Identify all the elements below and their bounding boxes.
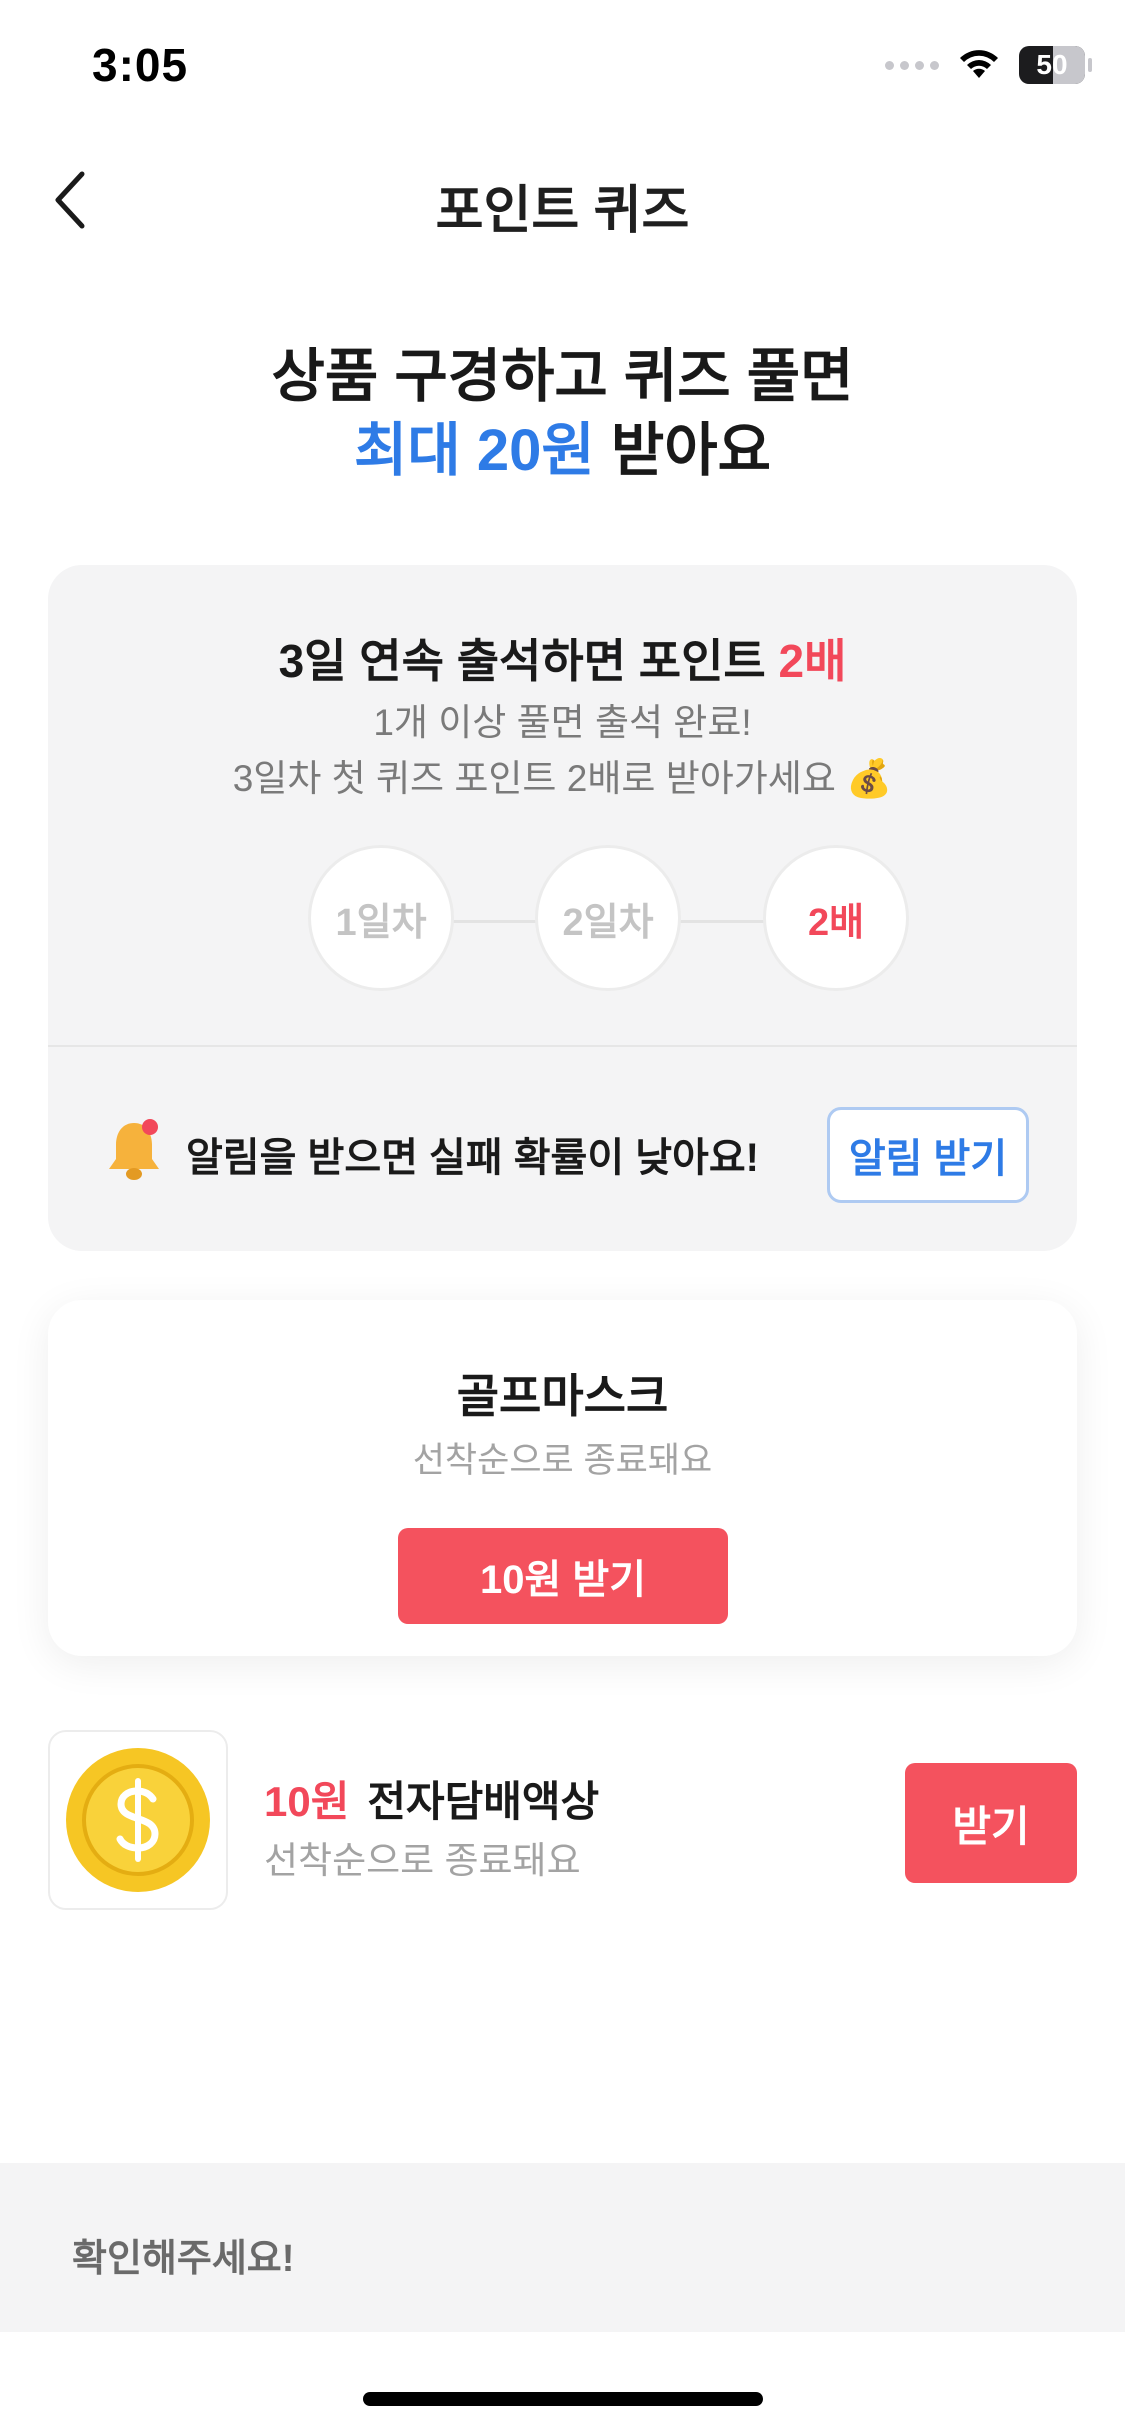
bell-icon (109, 1119, 159, 1180)
attendance-subtitle-line2: 3일차 첫 퀴즈 포인트 2배로 받아가세요 💰 (232, 758, 893, 799)
attendance-subtitle: 1개 이상 풀면 출석 완료! 3일차 첫 퀴즈 포인트 2배로 받아가세요 💰 (48, 695, 1077, 807)
dollar-coin-icon (66, 1748, 210, 1892)
coin-thumbnail (48, 1730, 228, 1910)
hero-line1: 상품 구경하고 퀴즈 풀면 (271, 344, 854, 409)
page-title: 포인트 퀴즈 (435, 182, 690, 240)
attendance-title-text: 3일 연속 출석하면 포인트 (278, 635, 779, 687)
item-subtitle: 선착순으로 종료돼요 (264, 1840, 581, 1881)
hero-max-reward: 최대 20원 (354, 418, 595, 483)
header: 포인트 퀴즈 (0, 150, 1125, 250)
hero-line2-rest: 받아요 (594, 418, 771, 483)
quiz-subtitle: 선착순으로 종료돼요 (412, 1441, 713, 1480)
list-item: 10원 전자담배액상 선착순으로 종료돼요 받기 (48, 1730, 1077, 1910)
cellular-signal-icon (885, 60, 939, 70)
item-reward: 10원 (264, 1778, 350, 1825)
battery-icon: 50 (1019, 46, 1092, 84)
quiz-title: 골프마스크 (456, 1370, 669, 1422)
card-divider (48, 1045, 1077, 1047)
step-day1: 1일차 (308, 845, 454, 991)
attendance-steps: 1일차 2일차 2배 (258, 845, 918, 995)
alarm-row: 알림을 받으면 실패 확률이 낮아요! 알림 받기 (48, 1095, 1077, 1205)
attendance-subtitle-line1: 1개 이상 풀면 출석 완료! (373, 702, 752, 743)
battery-level: 50 (1036, 49, 1068, 80)
hero-line2: 최대 20원 받아요 (0, 414, 1125, 488)
attendance-title: 3일 연속 출석하면 포인트 2배 (48, 625, 1077, 691)
wifi-icon (960, 50, 998, 78)
status-bar: 3:05 50 (0, 0, 1125, 140)
item-name: 전자담배액상 (367, 1778, 600, 1825)
hero-headline: 상품 구경하고 퀴즈 풀면 최대 20원 받아요 (0, 340, 1125, 488)
attendance-card: 3일 연속 출석하면 포인트 2배 1개 이상 풀면 출석 완료! 3일차 첫 … (48, 565, 1077, 1251)
bottom-fade (0, 2332, 1125, 2436)
item-title: 10원 전자담배액상 (264, 1768, 599, 1829)
status-indicators: 50 (885, 46, 1092, 84)
alarm-text: 알림을 받으면 실패 확률이 낮아요! (186, 1136, 759, 1180)
home-indicator (363, 2392, 763, 2406)
step-day3-double: 2배 (763, 845, 909, 991)
quiz-card: 골프마스크 선착순으로 종료돼요 10원 받기 (48, 1300, 1077, 1656)
attendance-title-accent: 2배 (778, 635, 847, 687)
quiz-reward-button[interactable]: 10원 받기 (398, 1528, 728, 1624)
status-time: 3:05 (92, 39, 189, 91)
notice-title: 확인해주세요! (72, 2238, 295, 2280)
alarm-button[interactable]: 알림 받기 (827, 1107, 1029, 1203)
receive-button[interactable]: 받기 (905, 1763, 1077, 1883)
step-day2: 2일차 (535, 845, 681, 991)
